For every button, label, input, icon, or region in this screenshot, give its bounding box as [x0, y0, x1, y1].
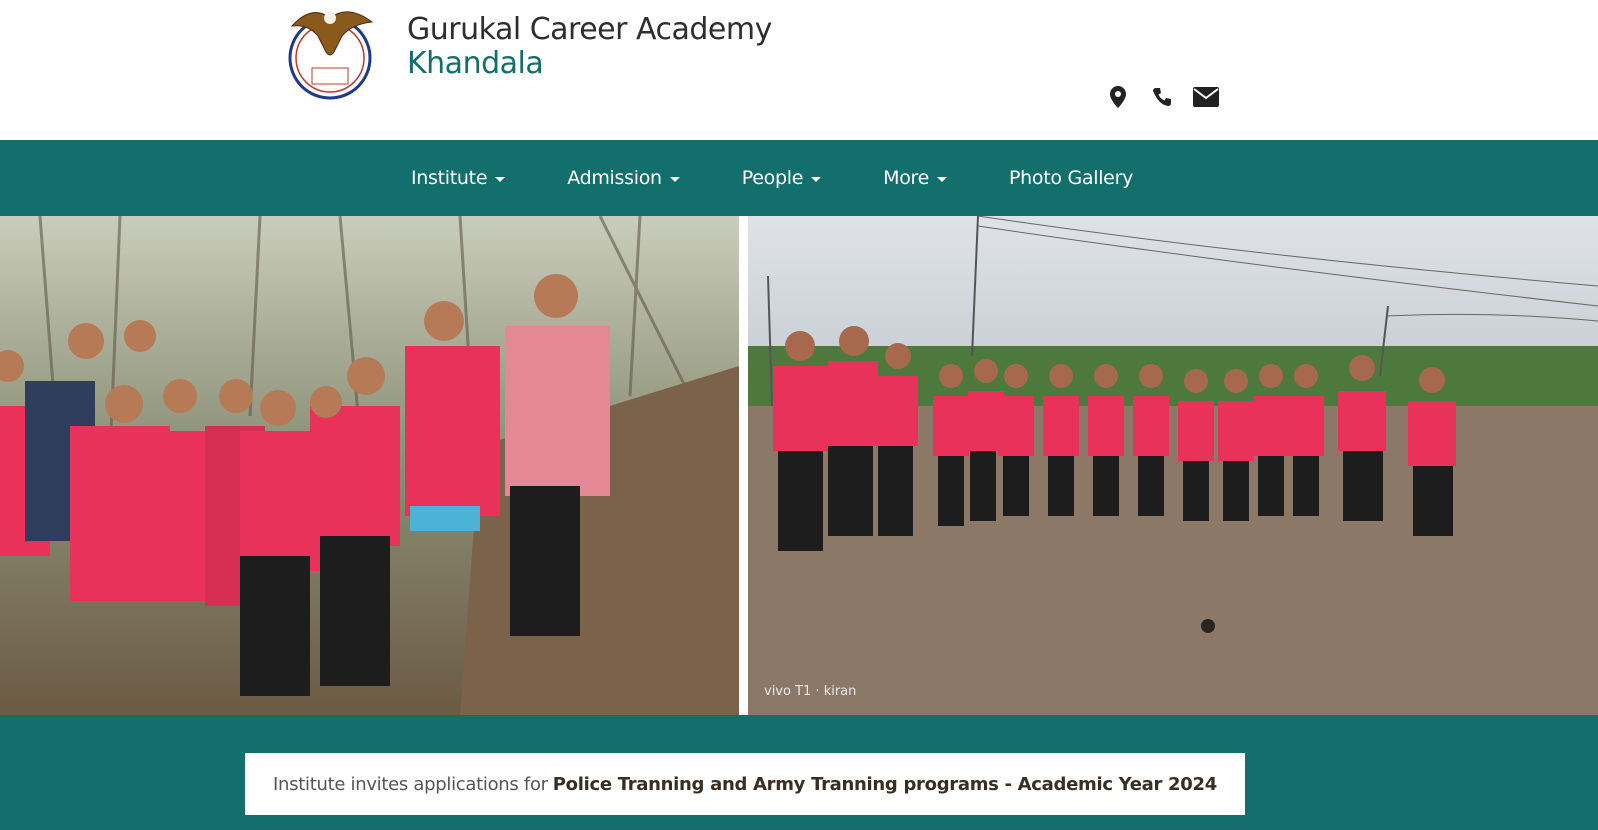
nav-item-label: Photo Gallery: [1009, 167, 1134, 189]
nav-item-label: Admission: [567, 167, 662, 189]
camera-watermark: vivo T1 · kiran: [764, 684, 857, 699]
nav-item-label: People: [741, 167, 804, 189]
caret-down-icon: [495, 176, 506, 182]
site-title[interactable]: Gurukal Career Academy: [407, 12, 772, 47]
envelope-icon[interactable]: [1193, 84, 1219, 110]
nav-item-photo-gallery[interactable]: Photo Gallery: [1009, 167, 1133, 189]
academy-logo[interactable]: [282, 0, 382, 104]
site-subtitle-location[interactable]: Khandala: [407, 46, 544, 81]
map-marker-icon[interactable]: [1105, 84, 1131, 110]
caret-down-icon: [811, 176, 822, 182]
caret-down-icon: [669, 176, 680, 182]
photo-banner: vivo T1 · kiran: [0, 216, 1598, 715]
nav-item-admission[interactable]: Admission: [567, 167, 680, 189]
group-photo-forest: [0, 216, 739, 715]
announcement-prefix: Institute invites applications for: [273, 773, 548, 795]
announcement-band: Institute invites applications for Polic…: [0, 715, 1598, 830]
nav-item-more[interactable]: More: [883, 167, 948, 189]
site-header: Gurukal Career Academy Khandala: [0, 0, 1598, 140]
announcement-highlight[interactable]: Police Tranning and Army Tranning progra…: [553, 774, 1217, 795]
nav-menu: Institute Admission People More Photo Ga…: [411, 140, 1195, 216]
announcement-box[interactable]: Institute invites applications for Polic…: [245, 753, 1245, 815]
nav-item-label: Institute: [411, 167, 488, 189]
group-photo-ground: vivo T1 · kiran: [748, 216, 1598, 715]
nav-item-people[interactable]: People: [741, 167, 822, 189]
caret-down-icon: [937, 176, 948, 182]
contact-icons: [1105, 84, 1219, 110]
phone-icon[interactable]: [1149, 84, 1175, 110]
nav-item-label: More: [883, 167, 930, 189]
main-navbar: Institute Admission People More Photo Ga…: [0, 140, 1598, 216]
nav-item-institute[interactable]: Institute: [411, 167, 506, 189]
